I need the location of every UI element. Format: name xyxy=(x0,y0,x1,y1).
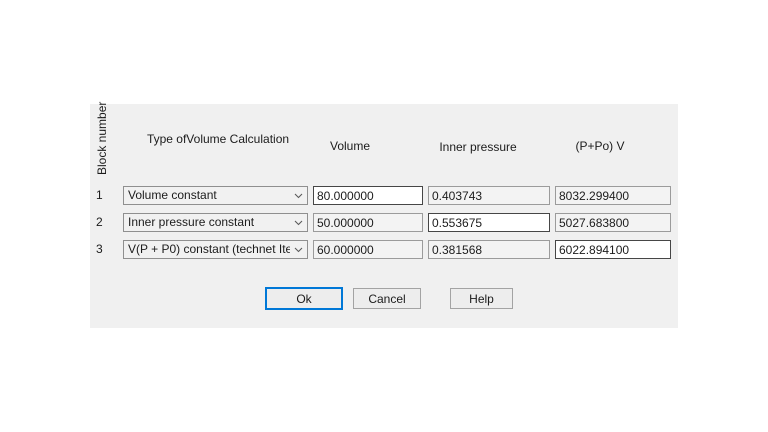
row-3-ppo-v-input[interactable] xyxy=(555,240,671,259)
screen: Block number Type ofVolume Calculation V… xyxy=(0,0,768,432)
chevron-down-icon xyxy=(290,187,307,204)
chevron-down-icon xyxy=(290,241,307,258)
row-1-ppo-v-input[interactable] xyxy=(555,186,671,205)
row-1-type-selected-value: Volume constant xyxy=(124,187,290,204)
column-header-volume: Volume xyxy=(300,139,400,153)
row-3-volume-input[interactable] xyxy=(313,240,423,259)
column-header-inner-pressure: Inner pressure xyxy=(418,140,538,154)
cancel-button[interactable]: Cancel xyxy=(353,288,421,309)
column-header-block-number: Block number xyxy=(94,107,110,175)
chevron-down-icon xyxy=(290,214,307,231)
row-2-type-selected-value: Inner pressure constant xyxy=(124,214,290,231)
row-3-number: 3 xyxy=(96,240,112,259)
row-1-number: 1 xyxy=(96,186,112,205)
row-1-type-select[interactable]: Volume constant xyxy=(123,186,308,205)
volume-calculation-dialog: Block number Type ofVolume Calculation V… xyxy=(90,104,678,328)
help-button[interactable]: Help xyxy=(450,288,513,309)
row-2-type-select[interactable]: Inner pressure constant xyxy=(123,213,308,232)
row-3-type-select[interactable]: V(P + P0) constant (technet Iteratic xyxy=(123,240,308,259)
row-2-inner-pressure-input[interactable] xyxy=(428,213,550,232)
row-3-inner-pressure-input[interactable] xyxy=(428,240,550,259)
column-header-ppo-v: (P+Po) V xyxy=(545,139,655,153)
row-2-volume-input[interactable] xyxy=(313,213,423,232)
ok-button[interactable]: Ok xyxy=(265,287,343,310)
column-header-type: Type ofVolume Calculation xyxy=(123,132,313,146)
row-1-inner-pressure-input[interactable] xyxy=(428,186,550,205)
row-2-number: 2 xyxy=(96,213,112,232)
row-1-volume-input[interactable] xyxy=(313,186,423,205)
row-2-ppo-v-input[interactable] xyxy=(555,213,671,232)
row-3-type-selected-value: V(P + P0) constant (technet Iteratic xyxy=(124,241,290,258)
